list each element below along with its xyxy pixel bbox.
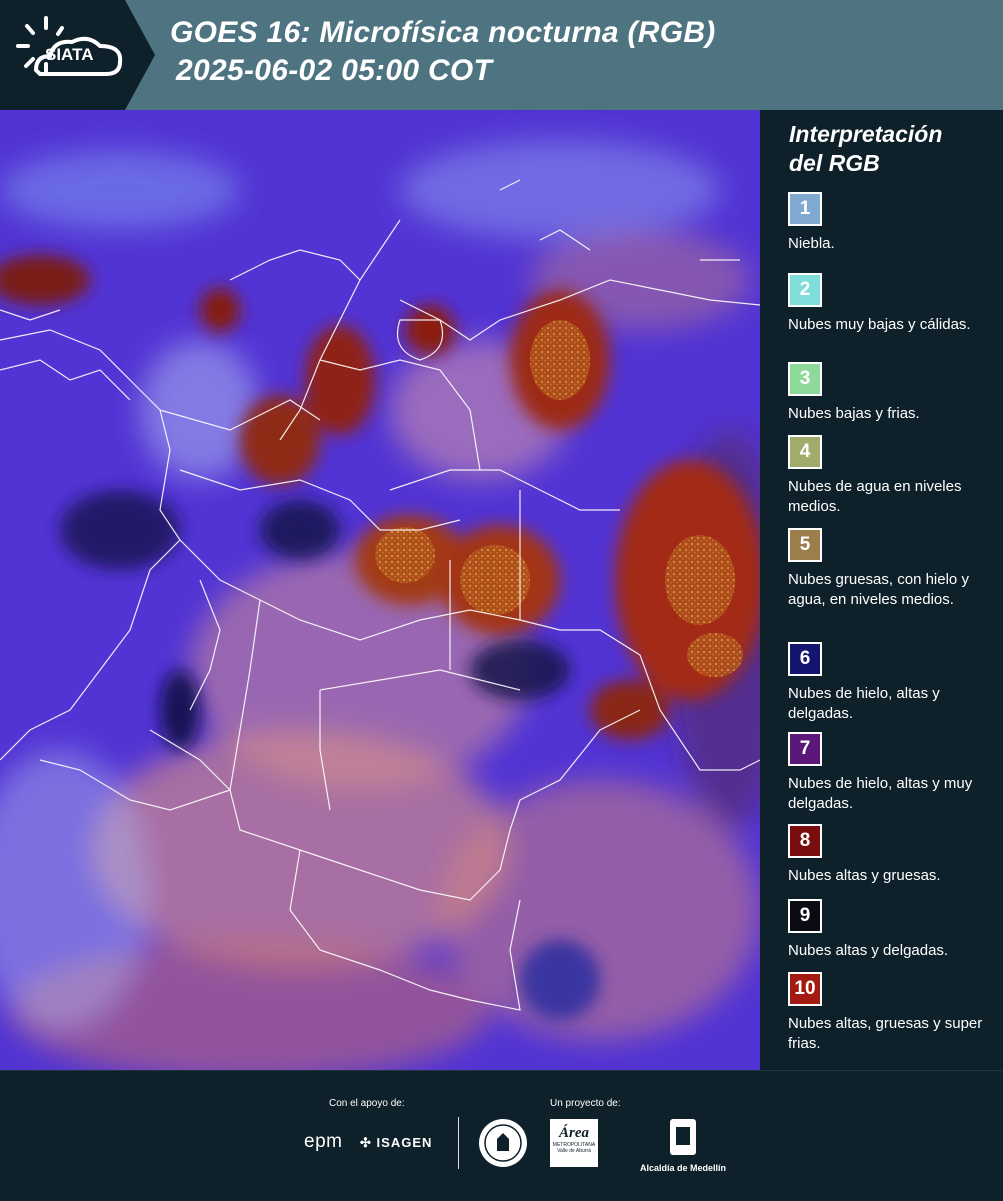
isagen-logo-text: ISAGEN <box>376 1135 433 1150</box>
legend-label: Nubes altas y gruesas. <box>788 867 941 884</box>
legend-label: Niebla. <box>788 235 835 252</box>
legend-swatch: 1 <box>788 192 822 226</box>
legend-swatch: 6 <box>788 642 822 676</box>
legend-panel: Interpretación del RGB 1 Niebla. 2 Nubes mu… <box>760 110 1003 1070</box>
legend-swatch: 4 <box>788 435 822 469</box>
legend-title-line-1: Interpretación <box>789 121 943 147</box>
legend-swatch: 3 <box>788 362 822 396</box>
area-logo-sub2: Valle de Aburrá <box>557 1148 591 1154</box>
legend-label: Nubes muy bajas y cálidas. <box>788 316 971 333</box>
legend-label: Nubes de agua en niveles medios. <box>788 478 962 515</box>
legend-item: 3 Nubes bajas y frias. <box>788 362 998 424</box>
title-line-1: GOES 16: Microfísica nocturna (RGB) <box>170 16 716 49</box>
legend-label: Nubes gruesas, con hielo y agua, en nive… <box>788 571 969 608</box>
legend-item: 6 Nubes de hielo, altas y delgadas. <box>788 642 998 724</box>
alcaldia-shield-icon <box>670 1119 697 1155</box>
isagen-logo[interactable]: ✣ ISAGEN <box>360 1135 432 1151</box>
support-label: Con el apoyo de: <box>329 1098 405 1109</box>
legend-label: Nubes de hielo, altas y muy delgadas. <box>788 775 973 812</box>
legend-label: Nubes altas y delgadas. <box>788 942 949 959</box>
page-title: GOES 16: Microfísica nocturna (RGB) 2025… <box>170 14 716 90</box>
legend-swatch: 5 <box>788 528 822 562</box>
legend-item: 4 Nubes de agua en niveles medios. <box>788 435 998 517</box>
legend-title: Interpretación del RGB <box>789 120 942 178</box>
siata-logo-text: SIATA <box>45 45 93 64</box>
legend-item: 2 Nubes muy bajas y cálidas. <box>788 273 998 335</box>
satellite-rgb-map <box>0 110 760 1070</box>
siata-logo[interactable]: SIATA <box>0 0 155 110</box>
legend-swatch: 10 <box>788 972 822 1006</box>
footer: Con el apoyo de: Un proyecto de: epm ✣ I… <box>0 1070 1003 1201</box>
legend-item: 8 Nubes altas y gruesas. <box>788 824 998 886</box>
legend-swatch: 9 <box>788 899 822 933</box>
legend-label: Nubes altas, gruesas y super frias. <box>788 1015 983 1052</box>
alcaldia-logo-text: Alcaldía de Medellín <box>640 1163 727 1173</box>
header: SIATA GOES 16: Microfísica nocturna (RGB… <box>0 0 1003 110</box>
legend-swatch: 7 <box>788 732 822 766</box>
legend-swatch: 2 <box>788 273 822 307</box>
legend-title-line-2: del RGB <box>789 150 880 176</box>
legend-label: Nubes de hielo, altas y delgadas. <box>788 685 940 722</box>
legend-label: Nubes bajas y frias. <box>788 405 920 422</box>
epm-logo[interactable]: epm <box>304 1131 342 1153</box>
alcaldia-logo[interactable]: Alcaldía de Medellín <box>640 1117 726 1173</box>
isagen-logo-icon: ✣ <box>360 1135 372 1150</box>
area-logo-name: Área <box>559 1125 589 1141</box>
legend-item: 10 Nubes altas, gruesas y super frias. <box>788 972 998 1054</box>
legend-swatch: 8 <box>788 824 822 858</box>
legend-item: 1 Niebla. <box>788 192 998 254</box>
legend-item: 5 Nubes gruesas, con hielo y agua, en niv… <box>788 528 998 610</box>
footer-divider <box>458 1117 459 1169</box>
project-label: Un proyecto de: <box>550 1098 621 1109</box>
area-metropolitana-logo[interactable]: Área METROPOLITANA Valle de Aburrá <box>550 1119 600 1167</box>
medellin-seal-logo[interactable] <box>477 1117 529 1174</box>
epm-logo-text: epm <box>304 1131 343 1152</box>
legend-item: 7 Nubes de hielo, altas y muy delgadas. <box>788 732 998 814</box>
title-line-2: 2025-06-02 05:00 COT <box>176 54 493 87</box>
legend-item: 9 Nubes altas y delgadas. <box>788 899 998 961</box>
